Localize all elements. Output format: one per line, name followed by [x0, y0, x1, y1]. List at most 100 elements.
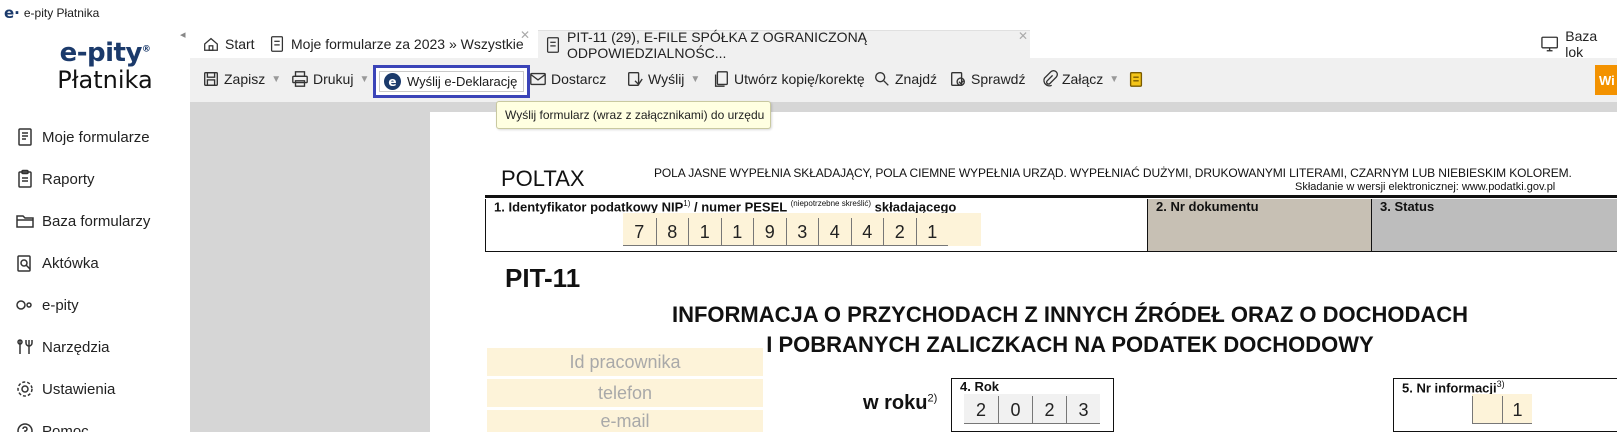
close-icon[interactable]: ✕	[520, 28, 530, 42]
poltax-label: POLTAX	[501, 166, 585, 191]
tab-moje-formularze[interactable]: Moje formularze za 2023 » Wszystkie ✕	[262, 28, 532, 58]
field-2-label: 2. Nr dokumentu	[1156, 199, 1259, 214]
sidebar-item-moje-formularze[interactable]: Moje formularze	[0, 116, 190, 158]
sidebar-item-label: Moje formularze	[42, 128, 150, 146]
window-title: e-pity Płatnika	[23, 6, 100, 20]
sidebar-item-e-pity[interactable]: e-pity	[0, 284, 190, 326]
send-button[interactable]: Wyślij ▼	[626, 66, 700, 92]
field-5-info-number: 5. Nr informacji3) 1	[1393, 378, 1617, 432]
chevron-down-icon[interactable]: ▼	[1109, 74, 1119, 85]
sidebar-item-label: Aktówka	[42, 254, 99, 272]
clipboard-icon	[14, 168, 36, 190]
nip-digit: 2	[883, 218, 916, 246]
paperclip-icon	[1043, 70, 1058, 87]
field-1-nip: 1. Identyfikator podatkowy NIP1) / numer…	[486, 199, 1148, 251]
divider	[485, 195, 1617, 198]
employee-id-input[interactable]: Id pracownika	[487, 348, 763, 376]
year-digit: 2	[1032, 396, 1066, 424]
tab-start[interactable]: Start	[196, 30, 255, 58]
deliver-label: Dostarcz	[551, 71, 607, 87]
attach-button[interactable]: Załącz ▼	[1040, 66, 1119, 92]
form-heading-line1: INFORMACJA O PRZYCHODACH Z INNYCH ŹRÓDEŁ…	[671, 302, 1469, 327]
email-input[interactable]: e-mail	[487, 410, 763, 432]
copy-correction-button[interactable]: Utwórz kopię/korektę	[712, 66, 865, 92]
tab-pit11[interactable]: PIT-11 (29), E-FILE SPÓŁKA Z OGRANICZONĄ…	[538, 29, 1030, 61]
field-3-label: 3. Status	[1380, 199, 1435, 214]
sidebar-item-ustawienia[interactable]: Ustawienia	[0, 368, 190, 410]
sidebar-item-baza-formularzy[interactable]: Baza formularzy	[0, 200, 190, 242]
phone-input[interactable]: telefon	[487, 379, 763, 407]
deliver-button[interactable]: Dostarcz	[529, 66, 606, 92]
fill-instructions: POLA JASNE WYPEŁNIA SKŁADAJĄCY, POLA CIE…	[654, 166, 1572, 180]
copy-icon	[714, 71, 728, 87]
nip-digit: 9	[753, 218, 786, 246]
send-label: Wyślij	[648, 71, 685, 87]
sidebar: e-pity® Płatnika Moje formularze Raporty…	[0, 26, 190, 432]
send-edeclaration-button[interactable]: e Wyślij e-Deklarację	[373, 65, 530, 98]
folder-icon	[14, 210, 36, 232]
close-icon[interactable]: ✕	[1018, 29, 1028, 43]
home-icon	[204, 37, 218, 51]
efile-note: Składanie w wersji elektronicznej: www.p…	[1295, 181, 1556, 193]
identifier-section: 1. Identyfikator podatkowy NIP1) / numer…	[485, 199, 1617, 252]
brand-line1: e-pity	[59, 38, 143, 68]
field-5-sup: 3)	[1496, 379, 1505, 389]
nip-input[interactable]: 7 8 1 1 9 3 4 4 2 1	[623, 213, 981, 246]
tab-strip: Start Moje formularze za 2023 » Wszystki…	[190, 26, 1617, 61]
find-button[interactable]: Znajdź	[873, 66, 937, 92]
brand-logo: e-pity® Płatnika	[40, 38, 170, 94]
app-logo-icon: e·	[4, 4, 20, 22]
chevron-down-icon[interactable]: ▼	[359, 74, 369, 85]
help-icon	[14, 420, 36, 432]
chevron-down-icon[interactable]: ▼	[690, 74, 700, 85]
sidebar-item-narzedzia[interactable]: Narzędzia	[0, 326, 190, 368]
year-caption-text: w roku	[863, 392, 928, 414]
save-icon	[204, 72, 218, 86]
send-edeclaration-label: Wyślij e-Deklarację	[407, 74, 518, 89]
sidebar-item-label: e-pity	[42, 296, 79, 314]
baza-label: Baza lok	[1565, 28, 1598, 60]
info-digit: 1	[1502, 396, 1532, 424]
nip-digit: 4	[850, 218, 884, 246]
document-icon	[546, 36, 560, 53]
check-button[interactable]: Sprawdź	[949, 66, 1025, 92]
field-4-year: 4. Rok 2 0 2 3	[951, 378, 1114, 432]
e-declaration-icon: e	[384, 73, 401, 90]
nip-digit: 1	[688, 218, 721, 246]
monitor-icon	[1541, 36, 1559, 52]
print-button[interactable]: Drukuj ▼	[291, 66, 369, 92]
printer-icon	[292, 71, 308, 87]
save-label: Zapisz	[224, 71, 266, 87]
field-4-label: 4. Rok	[960, 379, 1000, 394]
briefcase-icon	[14, 252, 36, 274]
year-input[interactable]: 2 0 2 3	[964, 394, 1100, 424]
chevron-down-icon[interactable]: ▼	[271, 74, 281, 85]
brand-line2: Płatnika	[57, 66, 153, 94]
orange-action-button[interactable]: Wi	[1595, 65, 1617, 95]
copy-label: Utwórz kopię/korektę	[734, 71, 865, 87]
document-icon	[270, 36, 284, 52]
title-bar: e· e-pity Płatnika	[0, 0, 1617, 26]
sidebar-item-label: Pomoc	[42, 422, 89, 432]
search-icon	[875, 72, 889, 86]
sidebar-item-aktowka[interactable]: Aktówka	[0, 242, 190, 284]
save-button[interactable]: Zapisz ▼	[202, 66, 281, 92]
year-digit: 0	[998, 396, 1032, 424]
field-3-status: 3. Status	[1372, 199, 1617, 251]
send-icon	[628, 72, 643, 86]
tab-label: Start	[225, 36, 255, 52]
year-digit: 3	[1066, 396, 1100, 424]
nip-digit: 1	[720, 218, 754, 246]
baza-lokalna-button[interactable]: Baza lok	[1540, 28, 1617, 60]
sidebar-collapse-icon[interactable]: ◂	[180, 28, 186, 41]
info-number-input[interactable]: 1	[1472, 394, 1532, 424]
find-label: Znajdź	[895, 71, 938, 87]
notes-button[interactable]	[1127, 66, 1149, 92]
nip-digit: 8	[655, 218, 689, 246]
nip-digit: 3	[785, 218, 819, 246]
sidebar-item-raporty[interactable]: Raporty	[0, 158, 190, 200]
sidebar-item-pomoc[interactable]: Pomoc	[0, 410, 190, 432]
year-digit: 2	[964, 396, 998, 424]
envelope-icon	[530, 72, 546, 86]
field-1-small: (niepotrzebne skreślić)	[790, 199, 872, 208]
